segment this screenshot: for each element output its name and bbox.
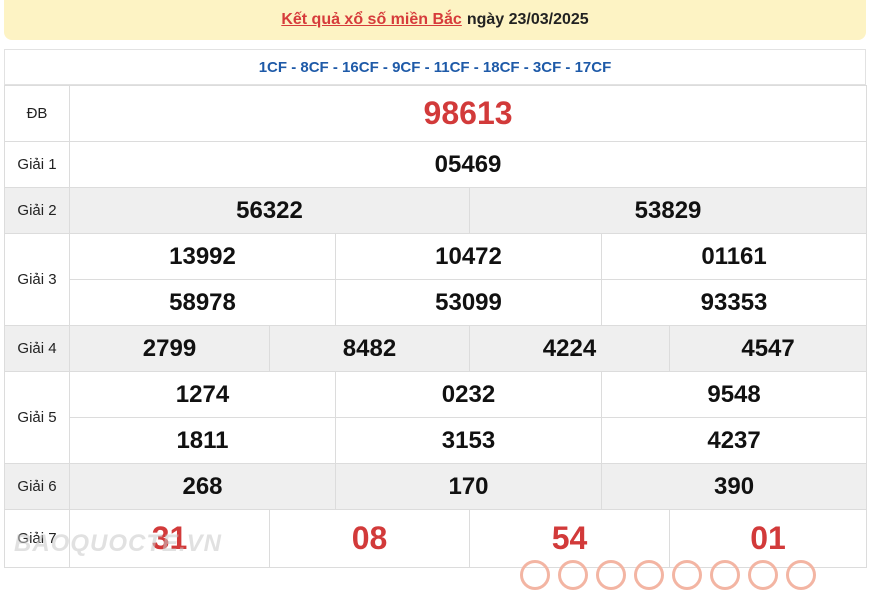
circle-icon [520, 560, 550, 590]
circle-icon [558, 560, 588, 590]
circle-icon [634, 560, 664, 590]
prize-row-g1: Giải 1 05469 [4, 141, 868, 188]
prize-number: 9548 [600, 371, 868, 418]
prize-number: 58978 [69, 279, 336, 326]
prize-number: 170 [335, 463, 602, 510]
prize-number: 0232 [335, 371, 602, 418]
circle-icon [748, 560, 778, 590]
prize-number: 4224 [469, 325, 670, 372]
prize-number: 8482 [269, 325, 470, 372]
circle-icon [710, 560, 740, 590]
result-date: ngày 23/03/2025 [466, 11, 589, 28]
prize-number: 54 [469, 509, 670, 568]
ticket-codes: 1CF - 8CF - 16CF - 9CF - 11CF - 18CF - 3… [4, 49, 866, 85]
prize-number: 08 [269, 509, 470, 568]
prize-number: 1274 [69, 371, 336, 418]
circle-icon [672, 560, 702, 590]
prize-number: 4547 [668, 325, 868, 372]
prize-row-g2: Giải 2 56322 53829 [4, 187, 868, 234]
circle-icon [596, 560, 626, 590]
page-title-bar: Kết quả xổ số miền Bắc ngày 23/03/2025 [4, 0, 866, 40]
prize-number: 93353 [600, 279, 868, 326]
prize-label: ĐB [4, 85, 70, 142]
prize-row-g3b: 58978 53099 93353 [5, 279, 868, 326]
prize-number: 10472 [335, 233, 602, 280]
prize-number: 2799 [69, 325, 270, 372]
results-table: ĐB 98613 Giải 1 05469 Giải 2 56322 53829… [4, 85, 868, 568]
circle-icon [786, 560, 816, 590]
prize-number: 56322 [69, 187, 470, 234]
prize-number: 31 [69, 509, 270, 568]
prize-row-db: ĐB 98613 [4, 85, 868, 142]
prize-label: Giải 1 [4, 141, 70, 188]
special-prize-number: 98613 [68, 85, 868, 142]
prize-label: Giải 5 [4, 371, 70, 464]
prize-number: 3153 [335, 417, 602, 464]
prize-number: 05469 [68, 141, 868, 188]
prize-row-g4: Giải 4 2799 8482 4224 4547 [4, 325, 868, 372]
prize-number: 53829 [468, 187, 868, 234]
prize-number: 01161 [600, 233, 868, 280]
prize-label: Giải 2 [4, 187, 70, 234]
results-link[interactable]: Kết quả xổ số miền Bắc [281, 11, 462, 29]
prize-label: Giải 6 [4, 463, 70, 510]
decorative-circles [520, 560, 816, 590]
prize-label: Giải 4 [4, 325, 70, 372]
prize-row-g7: Giải 7 31 08 54 01 [4, 509, 868, 568]
prize-number: 01 [668, 509, 868, 568]
prize-row-g6: Giải 6 268 170 390 [4, 463, 868, 510]
prize-number: 1811 [69, 417, 336, 464]
prize-row-g5b: 1811 3153 4237 [5, 417, 868, 464]
prize-label: Giải 7 [4, 509, 70, 568]
prize-row-g5a: Giải 5 1274 0232 9548 [4, 371, 868, 464]
prize-row-g3a: Giải 3 13992 10472 01161 [4, 233, 868, 326]
prize-number: 390 [600, 463, 868, 510]
prize-number: 268 [69, 463, 336, 510]
prize-number: 53099 [335, 279, 602, 326]
prize-label: Giải 3 [4, 233, 70, 326]
prize-number: 13992 [69, 233, 336, 280]
prize-number: 4237 [600, 417, 868, 464]
